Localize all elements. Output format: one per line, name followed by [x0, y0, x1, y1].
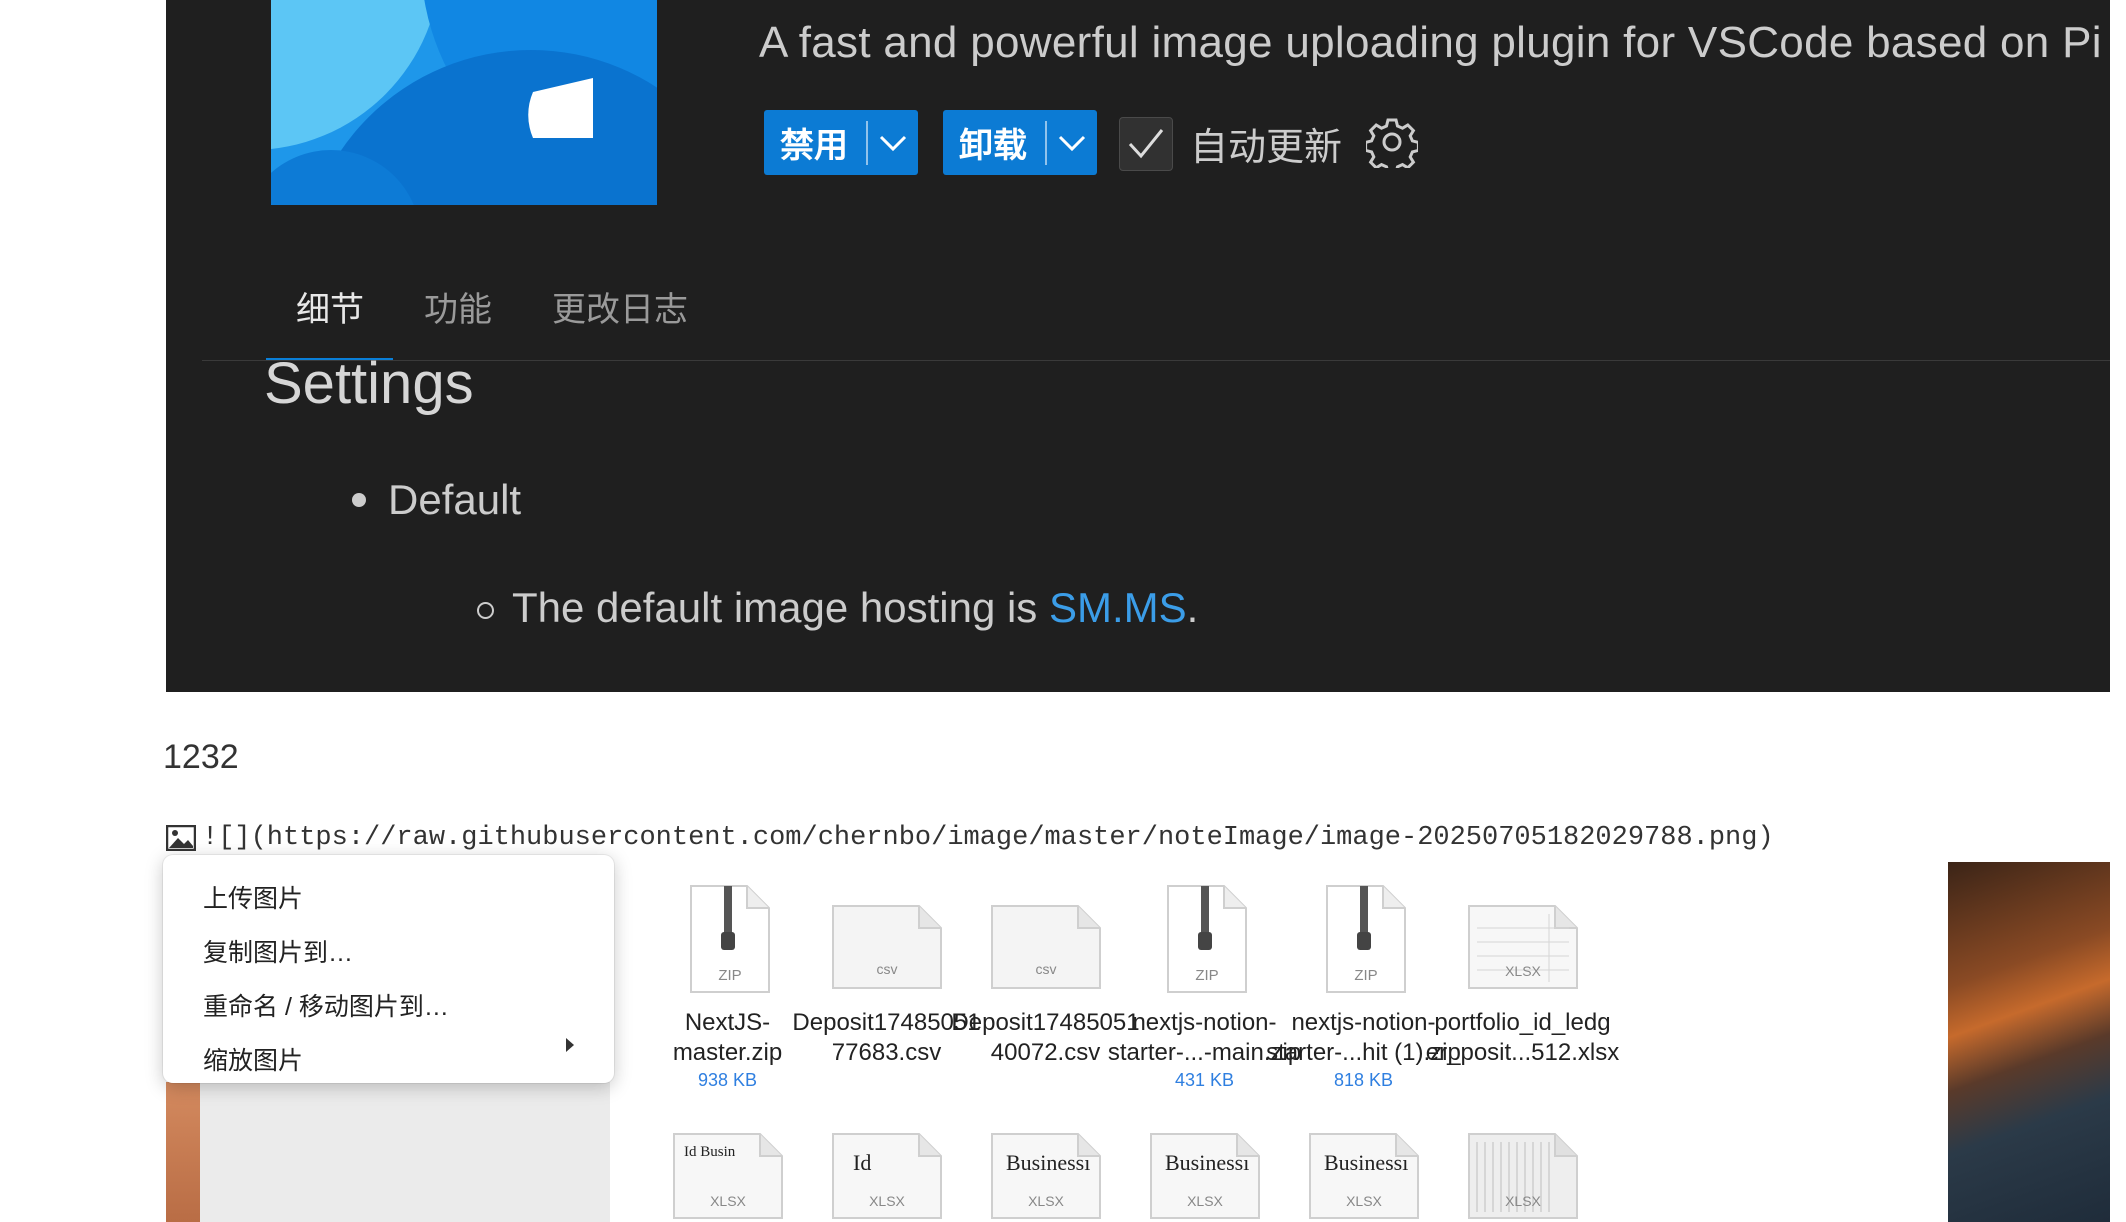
image-markdown-code[interactable]: ![](https://raw.githubusercontent.com/ch…	[202, 823, 1774, 853]
blank-preview-area	[200, 1082, 610, 1222]
file-name: portfolio_id_ledg er_posit...512.xlsx	[1415, 1008, 1630, 1068]
file-name-line2: 77683.csv	[831, 1039, 942, 1066]
file-badge: XLSX	[1505, 1193, 1541, 1209]
file-badge: XLSX	[1187, 1193, 1223, 1209]
gear-icon[interactable]	[1364, 116, 1420, 175]
tabs-divider	[202, 360, 2110, 361]
file-name-line1: nextjs-notion-	[1132, 1009, 1277, 1036]
image-context-menu: 上传图片 复制图片到… 重命名 / 移动图片到… 缩放图片	[163, 855, 614, 1083]
photo-thumbnail-left	[166, 1082, 200, 1222]
auto-update-label[interactable]: 自动更新	[1190, 116, 1342, 171]
xlsx-file-icon: XLSX	[1467, 1133, 1578, 1219]
xlsx-file-icon: Id Busin XLSX	[672, 1133, 783, 1219]
file-badge: csv	[1035, 961, 1056, 977]
file-name-line1: NextJS-	[684, 1009, 771, 1036]
tab-changelog[interactable]: 更改日志	[552, 282, 688, 331]
csv-file-icon: csv	[990, 905, 1101, 989]
readme-sub-bullet: The default image hosting is SM.MS.	[512, 584, 1198, 632]
markdown-image-line[interactable]: ![](https://raw.githubusercontent.com/ch…	[166, 818, 1774, 858]
file-name-line2: er_posit...512.xlsx	[1425, 1039, 1620, 1066]
xlsx-file-icon: Businessı XLSX	[1308, 1133, 1419, 1219]
readme-heading: Settings	[264, 351, 474, 416]
file-badge: csv	[876, 961, 897, 977]
bullet-icon	[352, 493, 366, 507]
zip-file-icon: ZIP	[1166, 885, 1247, 993]
tab-details[interactable]: 细节	[296, 282, 364, 331]
zip-file-icon: ZIP	[1325, 885, 1406, 993]
menu-item-upload-image[interactable]: 上传图片	[203, 879, 303, 915]
editor-text-line[interactable]: 1232	[163, 738, 239, 777]
check-icon	[1128, 129, 1164, 159]
file-item[interactable]: XLSX	[1415, 1132, 1630, 1222]
file-preview-text: Businessı	[1006, 1150, 1090, 1175]
file-preview-text: Businessı	[1165, 1150, 1249, 1175]
file-name-line2: master.zip	[672, 1039, 783, 1066]
menu-item-copy-image-to[interactable]: 复制图片到…	[203, 933, 353, 969]
disable-dropdown-chevron-icon[interactable]	[868, 110, 918, 175]
file-preview-text: Businessı	[1324, 1150, 1408, 1175]
xlsx-file-icon: XLSX	[1467, 905, 1578, 989]
file-size: 818 KB	[1333, 1070, 1394, 1090]
disable-button[interactable]: 禁用	[764, 110, 918, 175]
disable-label[interactable]: 禁用	[764, 118, 866, 167]
file-badge: XLSX	[710, 1193, 746, 1209]
file-badge: ZIP	[1195, 967, 1218, 984]
uninstall-label[interactable]: 卸载	[943, 118, 1045, 167]
extension-details-panel: A fast and powerful image uploading plug…	[166, 0, 2110, 692]
menu-item-zoom-image[interactable]: 缩放图片	[203, 1041, 303, 1077]
csv-file-icon: csv	[831, 905, 942, 989]
readme-bullet: Default	[388, 476, 522, 523]
file-badge: XLSX	[1028, 1193, 1064, 1209]
zip-file-icon: ZIP	[689, 885, 770, 993]
menu-item-rename-move-image[interactable]: 重命名 / 移动图片到…	[203, 987, 449, 1023]
sm-ms-link[interactable]: SM.MS	[1049, 584, 1187, 631]
file-item[interactable]: XLSX portfolio_id_ledg er_posit...512.xls…	[1415, 884, 1630, 1070]
xlsx-file-icon: Businessı XLSX	[990, 1133, 1101, 1219]
photo-thumbnail-right	[1948, 862, 2110, 1222]
file-badge: XLSX	[1505, 963, 1541, 979]
file-name-line1: portfolio_id_ledg	[1434, 1009, 1611, 1036]
auto-update-checkbox[interactable]	[1119, 117, 1173, 171]
file-badge: ZIP	[718, 967, 741, 984]
file-badge: XLSX	[1346, 1193, 1382, 1209]
file-name-line2: 40072.csv	[990, 1039, 1101, 1066]
plugin-description: A fast and powerful image uploading plug…	[759, 18, 2102, 67]
sub-bullet-suffix: .	[1186, 584, 1199, 631]
file-badge: XLSX	[869, 1193, 905, 1209]
sub-bullet-text: The default image hosting is	[512, 584, 1049, 631]
xlsx-file-icon: Businessı XLSX	[1149, 1133, 1260, 1219]
tab-features[interactable]: 功能	[424, 282, 492, 331]
file-badge: ZIP	[1354, 967, 1377, 984]
xlsx-file-icon: Id XLSX	[831, 1133, 942, 1219]
file-name-line1: nextjs-notion-	[1291, 1009, 1436, 1036]
sub-bullet-icon	[477, 602, 494, 619]
image-icon	[166, 825, 196, 851]
uninstall-dropdown-chevron-icon[interactable]	[1047, 110, 1097, 175]
uninstall-button[interactable]: 卸载	[943, 110, 1097, 175]
plugin-logo	[271, 0, 657, 205]
details-tabs: 细节 功能 更改日志	[166, 270, 2110, 361]
file-size: 938 KB	[697, 1070, 758, 1090]
file-preview-text: Id	[853, 1150, 871, 1175]
submenu-arrow-icon	[566, 1038, 574, 1052]
file-preview-text: Id Busin	[684, 1144, 736, 1160]
